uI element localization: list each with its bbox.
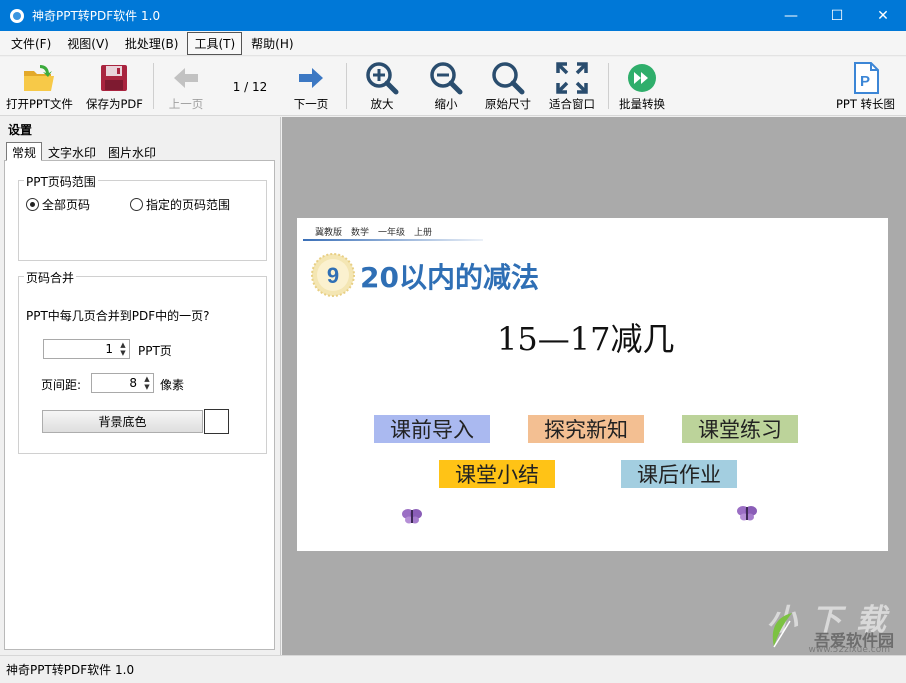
next-page-button[interactable]: 下一页 [293,61,329,113]
slide-header-rule [303,239,483,241]
open-folder-icon [21,61,57,95]
menu-file[interactable]: 文件(F) [4,32,58,55]
radio-unchecked-icon [130,198,143,211]
lesson-subtitle: 15—17减几 [497,320,675,358]
butterfly-icon [401,506,423,526]
page-range-group: PPT页码范围 全部页码 指定的页码范围 [18,173,267,261]
page-indicator: 1 / 12 [232,80,268,94]
menu-help[interactable]: 帮助(H) [244,32,300,55]
preview-area[interactable]: 冀教版 数学 一年级 上册 9 20以内的减法 15—17减几 课前导入 探究新知 课… [282,117,906,655]
zoom-out-button[interactable]: 缩小 [428,61,464,113]
page-merge-title: 页码合并 [24,269,77,286]
open-ppt-button[interactable]: 打开PPT文件 [6,61,73,113]
slide-header: 冀教版 数学 一年级 上册 [315,228,433,238]
butterfly-icon [736,503,758,523]
background-color-swatch[interactable] [204,409,229,434]
merge-question: PPT中每几页合并到PDF中的一页? [26,309,210,323]
spacing-unit-label: 像素 [160,378,185,392]
minimize-button[interactable]: — [768,0,814,31]
spacing-label: 页间距: [41,378,82,392]
slide-preview: 冀教版 数学 一年级 上册 9 20以内的减法 15—17减几 课前导入 探究新知 课… [297,218,888,551]
tab-general[interactable]: 常规 [6,142,43,161]
magnifier-icon [490,61,526,95]
site-watermark: 小 下 载 吾爱软件园 www.52zixue.com [767,603,894,655]
arrow-left-icon [168,61,204,95]
chip-homework: 课后作业 [621,460,737,488]
page-spacing-stepper[interactable]: 8 ▲ ▼ [91,373,154,393]
toolbar-separator [346,63,347,109]
page-merge-group: 页码合并 PPT中每几页合并到PDF中的一页? 1 ▲ ▼ PPT页 页间距: 8… [18,269,267,454]
window-title: 神奇PPT转PDF软件 1.0 [32,9,161,23]
prev-page-button[interactable]: 上一页 [168,61,204,113]
fit-window-button[interactable]: 适合窗口 [549,61,595,113]
radio-checked-icon [26,198,39,211]
fast-forward-icon [624,61,660,95]
settings-panel: 设置 常规 文字水印 图片水印 PPT页码范围 全部页码 指定的页码范围 页码合… [0,117,281,655]
leaf-logo-icon [772,613,792,648]
close-button[interactable]: ✕ [860,0,906,31]
status-text: 神奇PPT转PDF软件 1.0 [6,663,135,677]
toolbar-separator [153,63,154,109]
stepper-arrows-icon[interactable]: ▲ ▼ [141,374,153,392]
save-disk-icon [96,61,132,95]
save-pdf-button[interactable]: 保存为PDF [86,61,143,113]
zoom-in-icon [364,61,400,95]
batch-convert-button[interactable]: 批量转换 [619,61,665,113]
pages-per-sheet-stepper[interactable]: 1 ▲ ▼ [43,339,130,359]
menu-tools[interactable]: 工具(T) [187,31,243,55]
background-color-button[interactable]: 背景底色 [42,410,203,433]
arrow-right-icon [293,61,329,95]
svg-text:9: 9 [327,263,339,288]
radio-all-pages[interactable]: 全部页码 [26,196,90,213]
toolbar: 打开PPT文件 保存为PDF 上一页 1 / 12 下一页 放大 缩小 原始尺寸… [0,57,906,116]
page-range-title: PPT页码范围 [24,173,98,190]
ppt-long-image-button[interactable]: P PPT 转长图 [836,61,895,113]
status-bar: 神奇PPT转PDF软件 1.0 [0,655,906,683]
maximize-button[interactable]: ☐ [814,0,860,31]
zoom-out-icon [428,61,464,95]
lesson-number-badge: 9 [311,253,355,297]
radio-custom-range[interactable]: 指定的页码范围 [130,196,230,213]
chip-summary: 课堂小结 [439,460,555,488]
tab-image-watermark[interactable]: 图片水印 [102,142,162,161]
general-tab-panel: PPT页码范围 全部页码 指定的页码范围 页码合并 PPT中每几页合并到PDF中… [4,160,275,650]
stepper-arrows-icon[interactable]: ▲ ▼ [117,340,129,358]
pages-unit-label: PPT页 [138,344,172,358]
expand-icon [554,61,590,95]
zoom-in-button[interactable]: 放大 [364,61,400,113]
settings-heading: 设置 [8,123,33,137]
app-icon [10,8,24,23]
svg-text:P: P [860,73,870,90]
menu-batch[interactable]: 批处理(B) [118,32,186,55]
menu-view[interactable]: 视图(V) [60,32,116,55]
window-controls: — ☐ ✕ [768,0,906,31]
menu-bar: 文件(F) 视图(V) 批处理(B) 工具(T) 帮助(H) [0,31,906,56]
tab-text-watermark[interactable]: 文字水印 [42,142,102,161]
lesson-title: 20以内的减法 [360,261,539,294]
toolbar-separator [608,63,609,109]
title-bar: 神奇PPT转PDF软件 1.0 — ☐ ✕ [0,0,906,31]
ppt-file-icon: P [848,61,884,95]
settings-tabs: 常规 文字水印 图片水印 [6,142,162,161]
chip-explore: 探究新知 [528,415,644,443]
original-size-button[interactable]: 原始尺寸 [485,61,531,113]
chip-practice: 课堂练习 [682,415,798,443]
chip-intro: 课前导入 [374,415,490,443]
